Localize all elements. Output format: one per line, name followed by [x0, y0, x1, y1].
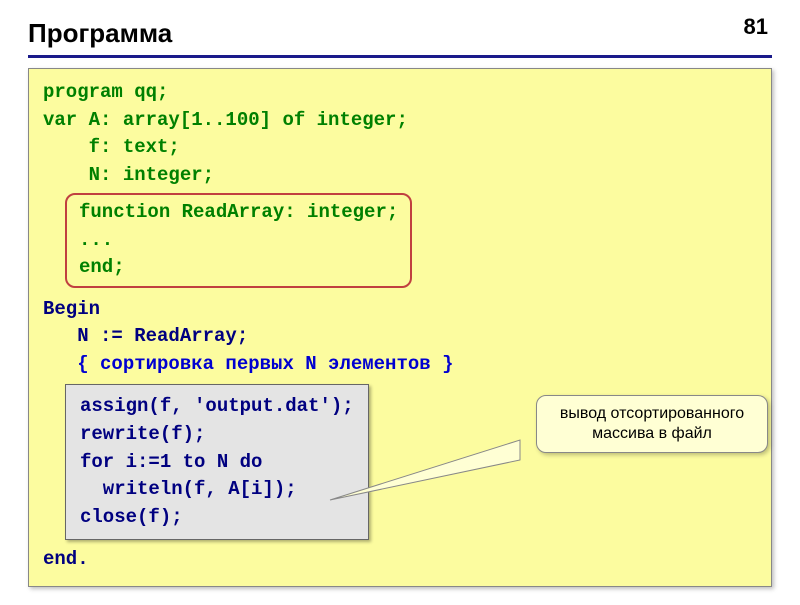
code-box: program qq; var A: array[1..100] of inte…: [28, 68, 772, 587]
code-line: N := ReadArray;: [43, 323, 757, 351]
code-line: Begin: [43, 296, 757, 324]
code-line: rewrite(f);: [80, 421, 354, 449]
callout-box: вывод отсортированного массива в файл: [536, 395, 768, 453]
slide-title: Программа: [28, 18, 772, 49]
code-line: for i:=1 to N do: [80, 449, 354, 477]
slide: 81 Программа program qq; var A: array[1.…: [0, 0, 800, 605]
code-line: end;: [79, 254, 398, 282]
code-line: program qq;: [43, 79, 757, 107]
code-line: f: text;: [43, 134, 757, 162]
code-line: end.: [43, 546, 757, 574]
code-line: ...: [79, 227, 398, 255]
code-line: N: integer;: [43, 162, 757, 190]
code-line: assign(f, 'output.dat');: [80, 393, 354, 421]
output-inset: assign(f, 'output.dat'); rewrite(f); for…: [65, 384, 369, 540]
code-line: writeln(f, A[i]);: [80, 476, 354, 504]
code-line: function ReadArray: integer;: [79, 199, 398, 227]
code-line: var A: array[1..100] of integer;: [43, 107, 757, 135]
callout-text: массива в файл: [547, 424, 757, 444]
title-rule: [28, 55, 772, 58]
callout-text: вывод отсортированного: [547, 404, 757, 424]
code-line: close(f);: [80, 504, 354, 532]
function-inset: function ReadArray: integer; ... end;: [65, 193, 412, 288]
code-comment: { сортировка первых N элементов }: [43, 351, 757, 379]
page-number: 81: [744, 14, 768, 40]
